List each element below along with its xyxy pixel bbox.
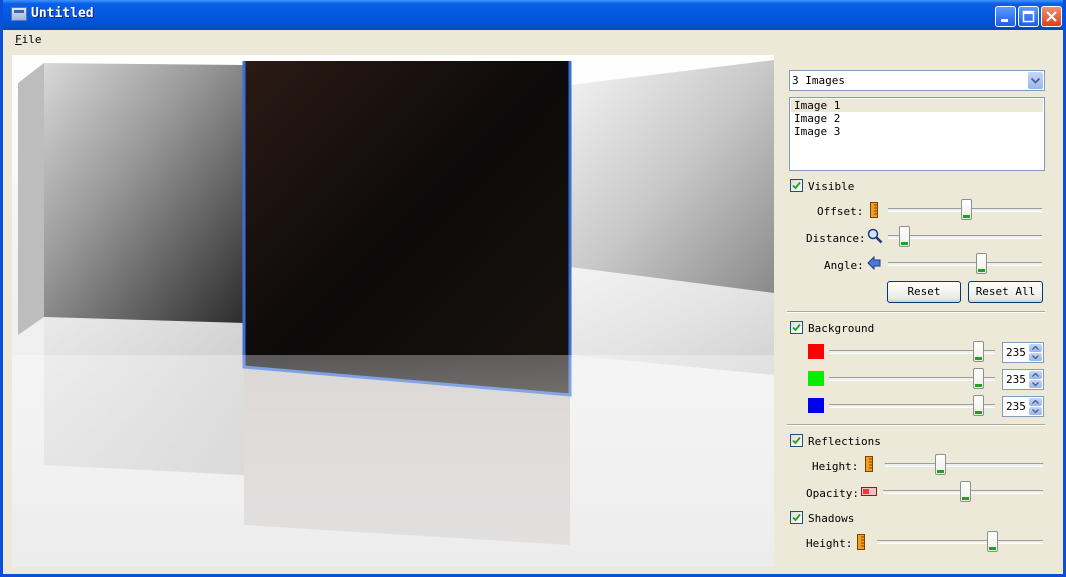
chevron-down-icon — [1031, 78, 1040, 84]
spin-up-button[interactable] — [1029, 371, 1042, 379]
menu-bar: File — [6, 30, 1063, 49]
maximize-button[interactable] — [1018, 6, 1039, 27]
app-icon — [11, 7, 27, 21]
separator — [787, 424, 1045, 426]
green-slider-track[interactable] — [829, 377, 995, 381]
ruler-icon — [865, 456, 873, 472]
image-3-cover[interactable] — [570, 60, 774, 293]
shadows-label: Shadows — [808, 512, 855, 525]
list-item-image-2[interactable]: Image 2 — [791, 112, 1043, 125]
reflection-opacity-label: Opacity: — [806, 487, 859, 500]
angle-slider-track[interactable] — [888, 262, 1042, 266]
separator — [787, 311, 1045, 313]
close-icon — [1046, 11, 1057, 22]
check-icon — [792, 436, 801, 445]
reset-button[interactable]: Reset — [887, 281, 961, 303]
spin-down-button[interactable] — [1029, 407, 1042, 415]
shadows-checkbox[interactable] — [790, 511, 803, 524]
angle-slider[interactable] — [976, 253, 987, 274]
spin-up-button[interactable] — [1029, 398, 1042, 406]
minimize-icon — [1001, 19, 1008, 22]
offset-label: Offset: — [817, 205, 864, 218]
list-item-image-3[interactable]: Image 3 — [791, 125, 1043, 138]
chevron-up-icon — [1032, 400, 1039, 404]
minimize-button[interactable] — [995, 6, 1016, 27]
angle-label: Angle: — [824, 259, 864, 272]
blue-swatch — [808, 398, 824, 413]
app-window: Untitled File 3 Images Image 1 Image 2 I… — [0, 0, 1066, 577]
image-1-cover[interactable] — [44, 63, 244, 323]
maximize-icon — [1022, 10, 1035, 23]
shadow-height-label: Height: — [806, 537, 853, 550]
green-spinbox[interactable]: 235 — [1002, 369, 1044, 390]
spin-down-button[interactable] — [1029, 353, 1042, 361]
check-icon — [792, 181, 801, 190]
coverflow-canvas[interactable] — [12, 55, 774, 567]
ruler-icon — [870, 202, 878, 218]
reflection-height-label: Height: — [812, 460, 859, 473]
reflection-height-slider-track[interactable] — [885, 463, 1043, 467]
image-2-cover[interactable] — [244, 61, 570, 395]
visible-label: Visible — [808, 180, 855, 193]
dropdown-button[interactable] — [1028, 72, 1043, 89]
check-icon — [792, 323, 801, 332]
red-swatch — [808, 344, 824, 359]
settings-panel: 3 Images Image 1 Image 2 Image 3 Visible… — [781, 55, 1063, 567]
magnifier-icon — [867, 228, 883, 244]
ruler-icon — [857, 534, 865, 550]
check-icon — [792, 513, 801, 522]
shadow-height-slider-track[interactable] — [877, 540, 1043, 544]
reflection-height-slider[interactable] — [935, 454, 946, 475]
visible-checkbox[interactable] — [790, 179, 803, 192]
background-checkbox[interactable] — [790, 321, 803, 334]
blue-slider[interactable] — [973, 395, 984, 416]
reflections-label: Reflections — [808, 435, 881, 448]
title-bar[interactable]: Untitled — [3, 0, 1063, 30]
red-spinbox[interactable]: 235 — [1002, 342, 1044, 363]
reset-all-button[interactable]: Reset All — [968, 281, 1043, 303]
close-button[interactable] — [1041, 6, 1062, 27]
green-swatch — [808, 371, 824, 386]
distance-label: Distance: — [806, 232, 866, 245]
chevron-down-icon — [1032, 355, 1039, 359]
shadow-height-slider[interactable] — [987, 531, 998, 552]
coverflow-scene — [12, 60, 774, 567]
distance-slider[interactable] — [899, 226, 910, 247]
background-label: Background — [808, 322, 875, 335]
spin-up-button[interactable] — [1029, 344, 1042, 352]
menu-file[interactable]: File — [15, 33, 42, 46]
window-title: Untitled — [31, 6, 94, 21]
chevron-up-icon — [1032, 373, 1039, 377]
distance-slider-track[interactable] — [888, 235, 1042, 239]
rotate-arrow-icon — [867, 256, 881, 270]
blue-spinbox[interactable]: 235 — [1002, 396, 1044, 417]
blue-slider-track[interactable] — [829, 404, 995, 408]
opacity-icon — [861, 487, 877, 496]
offset-slider[interactable] — [961, 199, 972, 220]
list-item-image-1[interactable]: Image 1 — [791, 99, 1043, 112]
red-slider[interactable] — [973, 341, 984, 362]
chevron-down-icon — [1032, 382, 1039, 386]
red-slider-track[interactable] — [829, 350, 995, 354]
chevron-up-icon — [1032, 346, 1039, 350]
reflection-opacity-slider[interactable] — [960, 481, 971, 502]
chevron-down-icon — [1032, 409, 1039, 413]
spin-down-button[interactable] — [1029, 380, 1042, 388]
green-slider[interactable] — [973, 368, 984, 389]
reflections-checkbox[interactable] — [790, 434, 803, 447]
image-count-select[interactable]: 3 Images — [789, 70, 1045, 91]
image-list[interactable]: Image 1 Image 2 Image 3 — [789, 97, 1045, 171]
